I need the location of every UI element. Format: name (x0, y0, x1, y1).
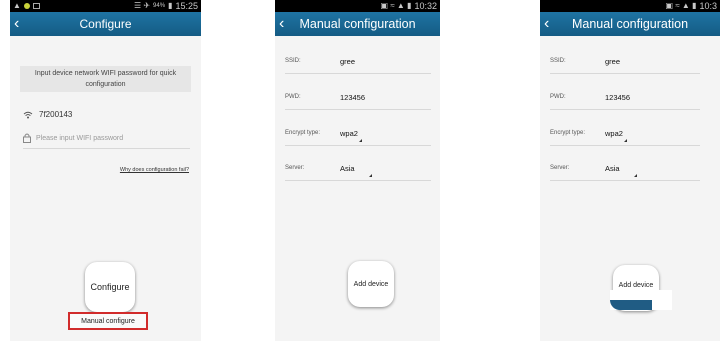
ssid-label: SSID: (285, 58, 301, 64)
page-title: Configure (79, 17, 132, 31)
press-feedback-bar (610, 290, 672, 310)
password-field[interactable]: Please input WIFI password (23, 133, 190, 149)
notification-icon: ▲ (13, 1, 21, 10)
lock-icon (23, 133, 31, 143)
ssid-label: SSID: (550, 58, 566, 64)
dropdown-arrow-icon (624, 139, 627, 142)
add-device-button[interactable]: Add device (348, 261, 394, 307)
title-bar: ‹ Manual configuration (275, 12, 440, 36)
encrypt-type-value: wpa2 (605, 129, 623, 138)
manual-configuration-screen: ▣ ≈ ▲ ▮ 10:32 ‹ Manual configuration SSI… (275, 0, 440, 341)
password-row[interactable]: PWD: 123456 (285, 88, 431, 110)
password-label: PWD: (285, 94, 301, 100)
encrypt-type-value: wpa2 (340, 129, 358, 138)
dropdown-arrow-icon (359, 139, 362, 142)
password-placeholder: Please input WIFI password (36, 134, 124, 142)
signal-icon: ▣ ≈ ▲ ▮ (380, 1, 412, 10)
encrypt-type-label: Encrypt type: (550, 130, 586, 136)
wifi-name: 7f200143 (39, 110, 73, 119)
info-banner: Input device network WIFI password for q… (20, 66, 191, 92)
back-arrow-icon[interactable]: ‹ (544, 14, 549, 34)
wifi-icon (23, 111, 33, 118)
password-value: 123456 (340, 93, 366, 102)
ssid-row[interactable]: SSID: gree (550, 52, 700, 74)
battery-level: 94% (153, 3, 166, 9)
server-row[interactable]: Server: Asia (550, 159, 700, 181)
dropdown-arrow-icon (634, 174, 637, 177)
page-title: Manual configuration (571, 17, 689, 31)
encrypt-type-row[interactable]: Encrypt type: wpa2 (550, 124, 700, 146)
status-time: 10:32 (414, 1, 437, 11)
status-bar: ▲ ☰ ✈ 94% ▮ 15:25 (10, 0, 201, 12)
ssid-value: gree (340, 57, 356, 66)
title-bar: ‹ Configure (10, 12, 201, 36)
battery-icon: ▮ (168, 1, 173, 10)
password-value: 123456 (605, 93, 631, 102)
server-label: Server: (285, 165, 305, 171)
back-arrow-icon[interactable]: ‹ (14, 14, 19, 34)
server-row[interactable]: Server: Asia (285, 159, 431, 181)
server-value: Asia (605, 164, 620, 173)
status-time: 10:3 (699, 1, 717, 11)
signal-icon: ☰ ✈ (133, 1, 151, 10)
help-link[interactable]: Why does configuration fail? (120, 167, 189, 173)
page-title: Manual configuration (299, 17, 416, 31)
password-row[interactable]: PWD: 123456 (550, 88, 700, 110)
wifi-network: 7f200143 (23, 110, 72, 119)
configure-screen: ▲ ☰ ✈ 94% ▮ 15:25 ‹ Configure Input devi… (10, 0, 201, 341)
encrypt-type-label: Encrypt type: (285, 130, 321, 136)
server-label: Server: (550, 165, 570, 171)
manual-configuration-pressed-screen: ▣ ≈ ▲ ▮ 10:3 ‹ Manual configuration SSID… (540, 0, 720, 341)
title-bar: ‹ Manual configuration (540, 12, 720, 36)
dropdown-arrow-icon (369, 174, 372, 177)
password-label: PWD: (550, 94, 566, 100)
manual-configure-button[interactable]: Manual configure (68, 312, 148, 330)
add-device-label: Add device (618, 281, 654, 289)
server-value: Asia (340, 164, 355, 173)
app-icon (23, 3, 30, 9)
gallery-icon (32, 3, 40, 9)
status-time: 15:25 (175, 1, 198, 11)
ssid-row[interactable]: SSID: gree (285, 52, 431, 74)
signal-icon: ▣ ≈ ▲ ▮ (665, 1, 697, 10)
configure-button[interactable]: Configure (85, 262, 135, 312)
status-bar: ▣ ≈ ▲ ▮ 10:3 (540, 0, 720, 12)
ssid-value: gree (605, 57, 621, 66)
press-wave (610, 300, 652, 310)
encrypt-type-row[interactable]: Encrypt type: wpa2 (285, 124, 431, 146)
status-bar: ▣ ≈ ▲ ▮ 10:32 (275, 0, 440, 12)
back-arrow-icon[interactable]: ‹ (279, 14, 284, 34)
